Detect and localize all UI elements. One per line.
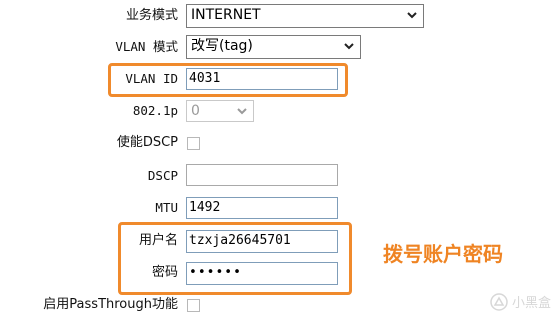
vlan-id-input[interactable]: 4031 (186, 68, 338, 90)
mtu-input[interactable]: 1492 (186, 197, 338, 219)
watermark: 小黑盒 (490, 292, 551, 311)
dial-up-account-annotation: 拨号账户密码 (383, 242, 503, 266)
passthrough-label: 启用PassThrough功能 (43, 297, 178, 312)
wan-config-form: 业务模式 INTERNET VLAN 模式 改写(tag) VLAN ID 40… (0, 0, 559, 317)
xiaoheihe-logo-icon (490, 292, 508, 311)
watermark-text: 小黑盒 (511, 296, 551, 311)
chevron-down-icon (407, 12, 417, 19)
vlan-mode-value: 改写(tag) (191, 38, 253, 54)
chevron-down-icon (237, 108, 247, 115)
dscp-input[interactable] (186, 164, 338, 186)
password-label: 密码 (151, 265, 178, 280)
vlan-id-label: VLAN ID (125, 71, 178, 86)
username-label: 用户名 (138, 233, 178, 248)
priority-8021p-value: 0 (191, 103, 200, 119)
enable-dscp-label: 使能DSCP (116, 135, 178, 150)
service-mode-select[interactable]: INTERNET (186, 4, 424, 28)
service-mode-value: INTERNET (191, 7, 261, 23)
service-mode-label: 业务模式 (125, 8, 178, 23)
priority-8021p-select[interactable]: 0 (186, 100, 254, 122)
enable-dscp-checkbox[interactable] (187, 137, 200, 150)
vlan-mode-select[interactable]: 改写(tag) (186, 35, 361, 59)
password-input[interactable]: •••••• (186, 262, 338, 285)
dscp-label: DSCP (147, 168, 178, 183)
vlan-mode-label: VLAN 模式 (115, 39, 178, 54)
username-input[interactable]: tzxja26645701 (186, 230, 338, 253)
chevron-down-icon (344, 43, 354, 50)
mtu-label: MTU (155, 200, 178, 215)
passthrough-checkbox[interactable] (187, 299, 200, 312)
priority-8021p-label: 802.1p (132, 103, 178, 118)
